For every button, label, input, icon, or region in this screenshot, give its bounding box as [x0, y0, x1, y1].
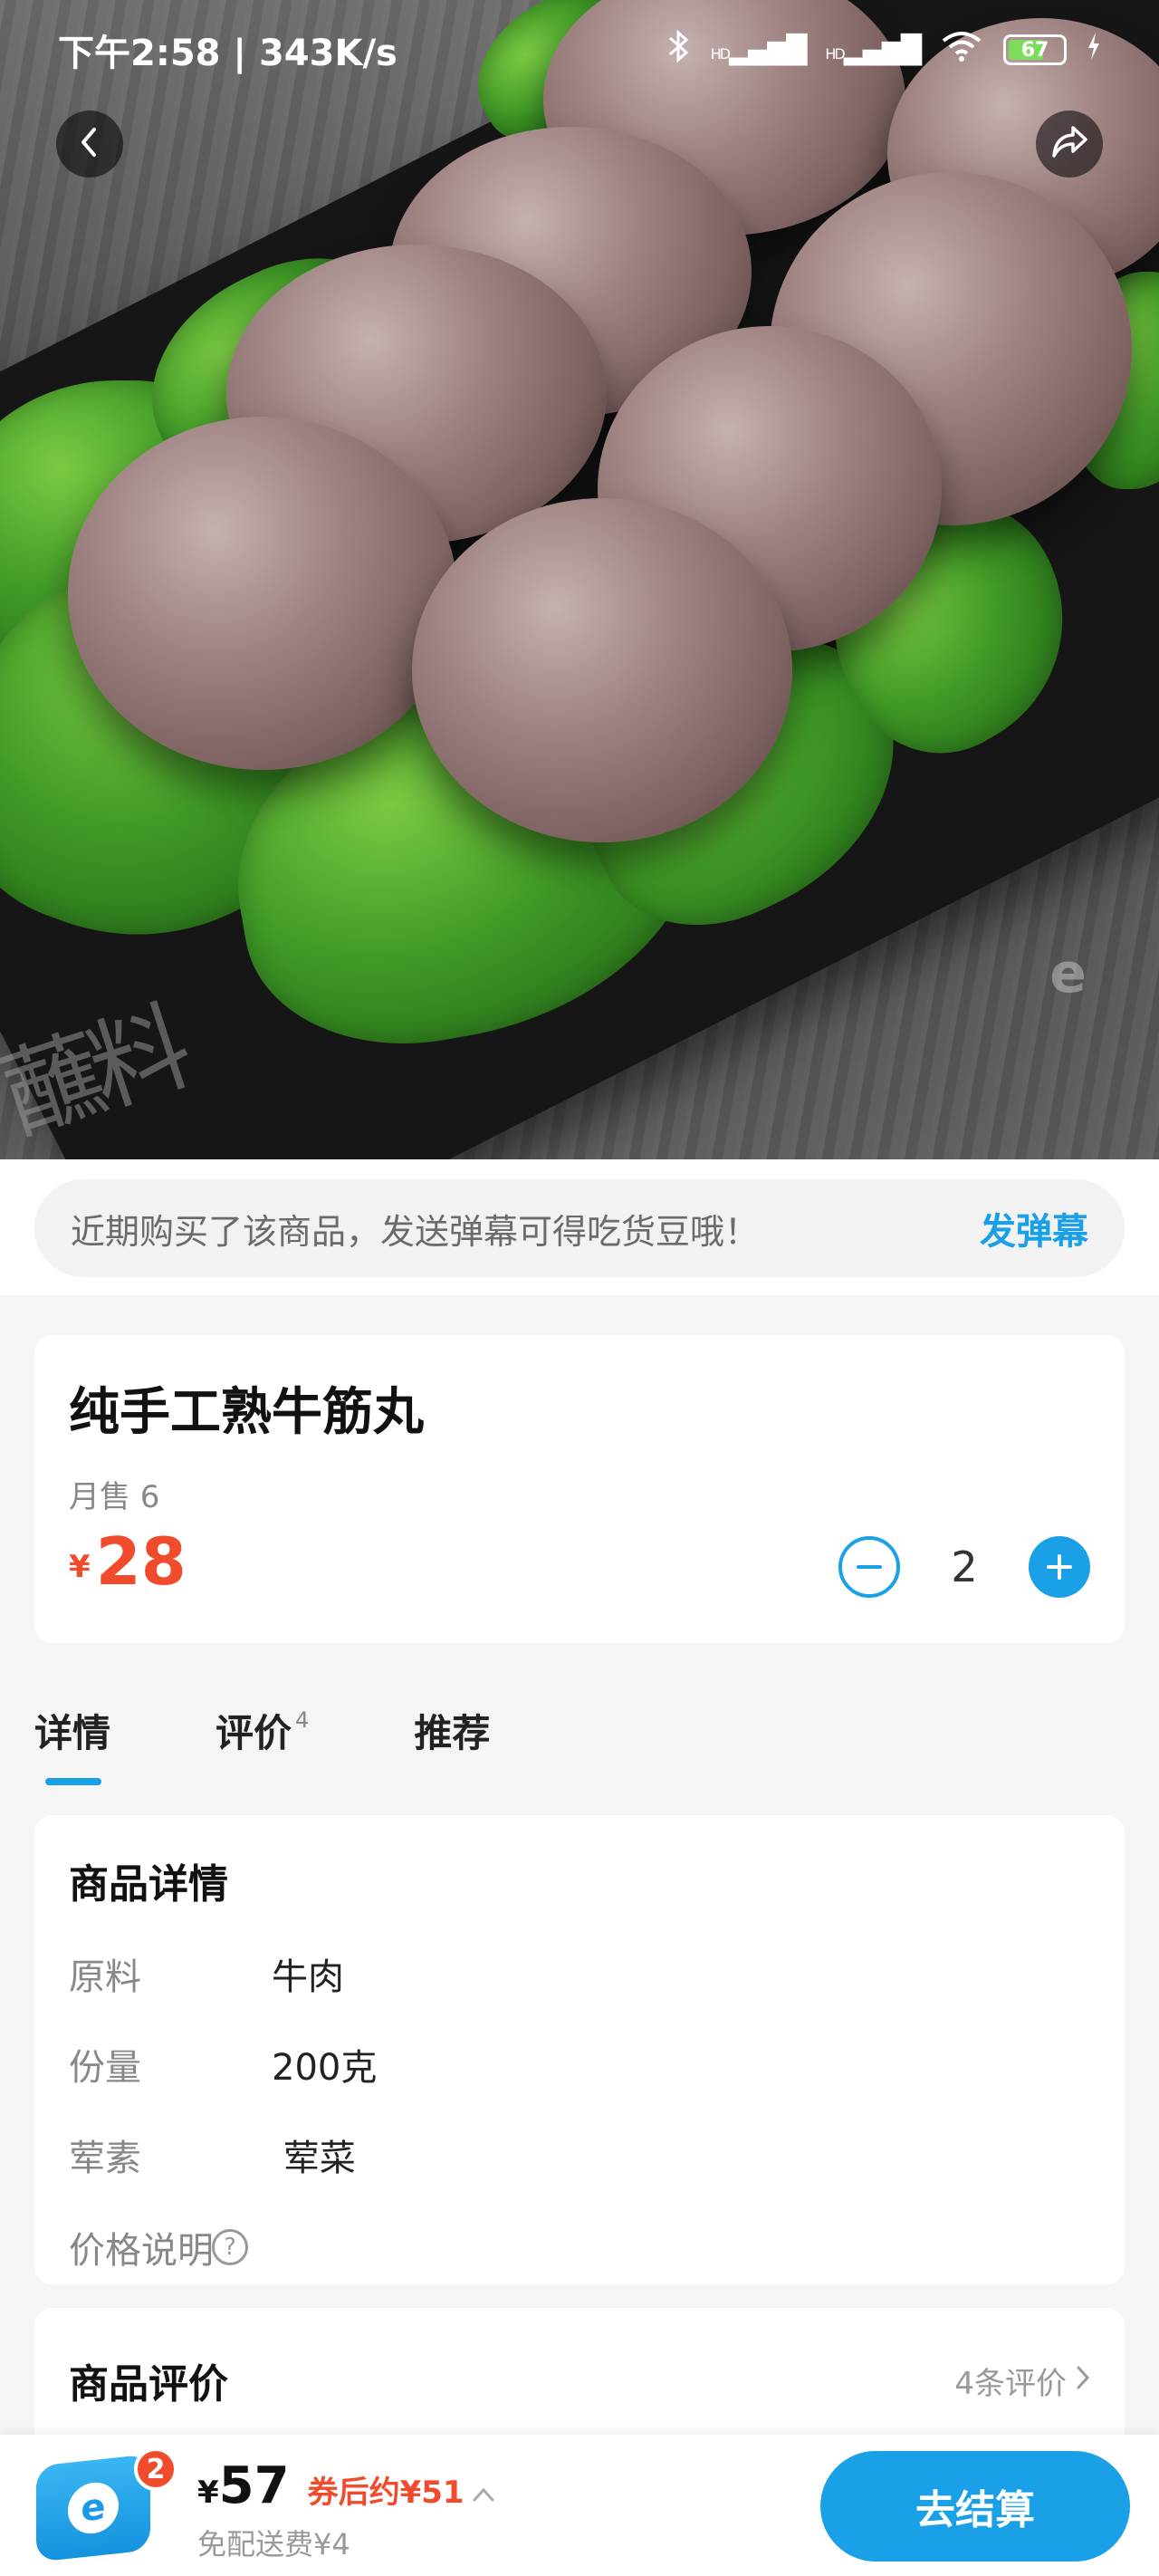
product-details-card: 商品详情 原料 牛肉 份量 200克 荤素 荤菜 价格说明 ? [34, 1815, 1125, 2284]
product-title: 纯手工熟牛筋丸 [69, 1383, 424, 1442]
back-button[interactable] [56, 111, 123, 178]
detail-key: 原料 [69, 1956, 141, 1998]
battery-icon: 67 [1003, 34, 1067, 65]
details-title: 商品详情 [69, 1861, 228, 1908]
share-button[interactable] [1036, 111, 1103, 178]
signal-icon: HD▂▄▆█ [825, 34, 922, 66]
meatball [412, 498, 792, 842]
tab-reviews[interactable]: 评价 4 [216, 1703, 309, 1758]
chevron-left-icon [76, 126, 103, 162]
minus-icon [857, 1565, 882, 1569]
chevron-up-icon[interactable] [472, 2479, 495, 2509]
detail-row-price-note[interactable]: 价格说明 ? [69, 2221, 1090, 2273]
detail-row-ingredient: 原料 牛肉 [69, 1947, 1090, 2000]
detail-value: 牛肉 [272, 1956, 344, 1998]
reviews-title: 商品评价 [69, 2361, 228, 2408]
wifi-icon [940, 30, 983, 71]
detail-row-portion: 份量 200克 [69, 2038, 1090, 2091]
review-count-text: 4条评价 [954, 2365, 1067, 2402]
product-reviews-card: 商品评价 4条评价 [34, 2308, 1125, 2453]
decrease-quantity-button[interactable] [838, 1536, 900, 1598]
product-card: 纯手工熟牛筋丸 月售 6 ¥ 28 2 [34, 1335, 1125, 1643]
detail-key: 荤素 [69, 2138, 141, 2179]
product-hero-image[interactable]: 蘸料 e [0, 0, 1159, 1159]
cart-total: 57 [218, 2456, 290, 2515]
send-danmaku-button[interactable]: 发弹幕 [980, 1202, 1088, 1254]
bluetooth-icon [667, 28, 691, 72]
detail-tabs: 详情 评价 4 推荐 [34, 1703, 595, 1785]
monthly-sales: 月售 6 [69, 1479, 160, 1515]
danmaku-bar[interactable]: 近期购买了该商品，发送弹幕可得吃货豆哦！ 发弹幕 [34, 1179, 1125, 1277]
tab-details[interactable]: 详情 [34, 1703, 110, 1785]
view-reviews-link[interactable]: 4条评价 [954, 2359, 1090, 2403]
cart-count-badge: 2 [134, 2447, 177, 2491]
share-icon [1049, 124, 1089, 164]
detail-row-meat-veg: 荤素 荤菜 [69, 2129, 1090, 2181]
quantity-value: 2 [951, 1543, 978, 1591]
signal-icon: HD▂▄▆█ [710, 34, 808, 66]
danmaku-section: 近期购买了该商品，发送弹幕可得吃货豆哦！ 发弹幕 [0, 1159, 1159, 1295]
status-icons: HD▂▄▆█ HD▂▄▆█ 67 [667, 28, 1101, 72]
detail-value: 荤菜 [272, 2138, 356, 2179]
chevron-right-icon [1076, 2362, 1090, 2398]
checkout-button[interactable]: 去结算 [820, 2451, 1130, 2562]
eleme-logo-icon: e [68, 2480, 119, 2536]
meatball [68, 417, 457, 770]
currency-symbol: ¥ [69, 1549, 91, 1585]
increase-quantity-button[interactable] [1029, 1536, 1090, 1598]
charging-icon [1087, 32, 1101, 68]
danmaku-prompt: 近期购买了该商品，发送弹幕可得吃货豆哦！ [71, 1211, 760, 1252]
bottom-checkout-bar: e 2 ¥ 57 券后约¥51 免配送费¥4 去结算 [0, 2435, 1159, 2576]
status-time: 下午2:58 | 343K/s [58, 33, 398, 74]
detail-key: 份量 [69, 2047, 141, 2089]
detail-value: 200克 [272, 2047, 378, 2089]
review-count-badge: 4 [295, 1707, 310, 1733]
tab-recommend[interactable]: 推荐 [414, 1703, 490, 1758]
question-mark-icon[interactable]: ? [212, 2229, 248, 2265]
plus-icon [1047, 1554, 1072, 1580]
bottom-price[interactable]: ¥ 57 券后约¥51 [197, 2456, 495, 2515]
bottom-currency: ¥ [197, 2475, 219, 2511]
delivery-fee: 免配送费¥4 [197, 2527, 350, 2562]
status-bar: 下午2:58 | 343K/s HD▂▄▆█ HD▂▄▆█ 67 [0, 0, 1159, 100]
watermark: e [1049, 942, 1087, 1005]
quantity-stepper: 2 [838, 1536, 1090, 1598]
coupon-price: 券后约¥51 [307, 2475, 465, 2511]
product-price: 28 [95, 1523, 187, 1600]
cart-button[interactable]: e 2 [36, 2447, 177, 2562]
